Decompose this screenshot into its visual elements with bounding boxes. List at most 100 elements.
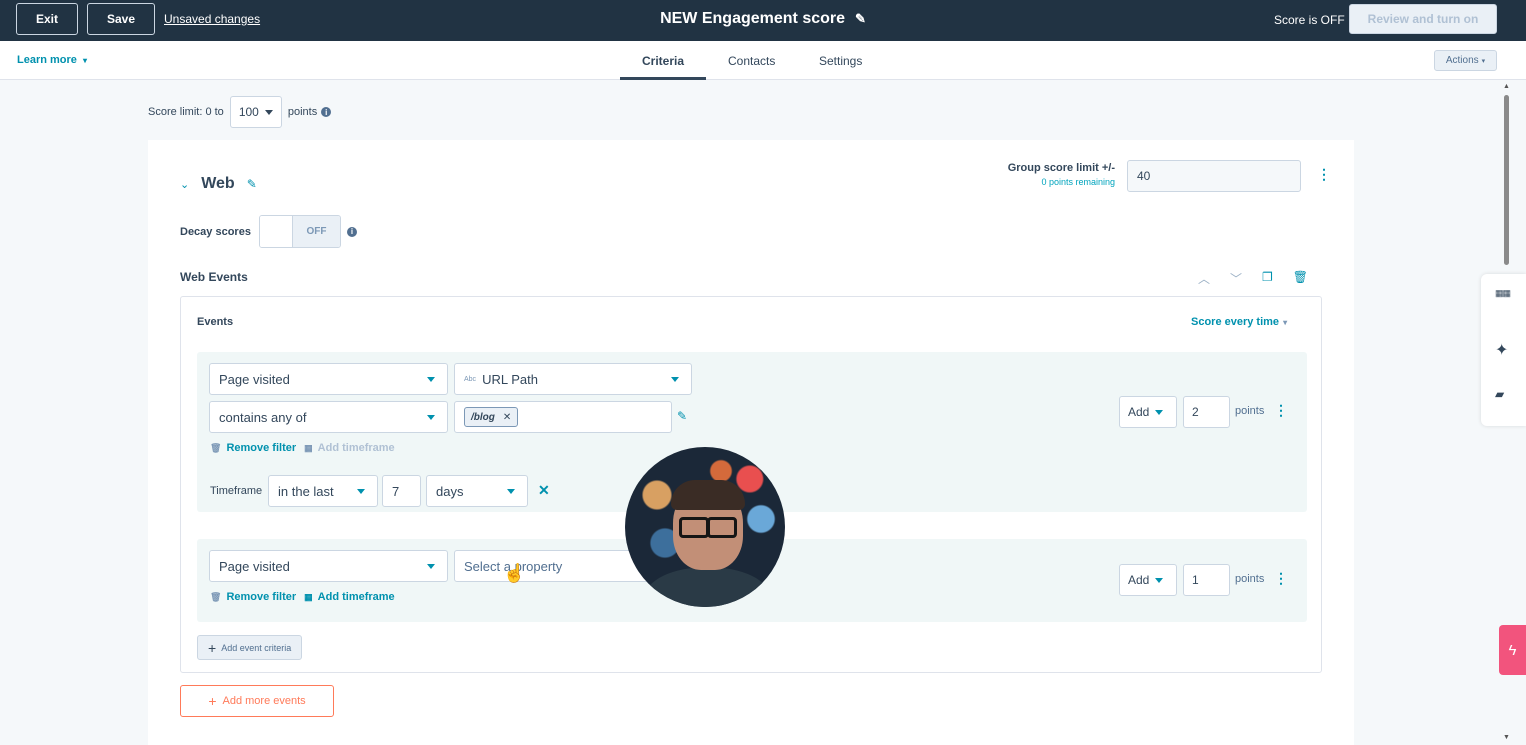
- text-type-icon: Abc: [464, 375, 477, 383]
- sparkle-icon[interactable]: ✦: [1495, 340, 1508, 360]
- actions-label: Actions: [1445, 55, 1479, 66]
- add-more-events-label: Add more events: [222, 695, 306, 707]
- bolt-icon[interactable]: ϟ: [1499, 625, 1526, 675]
- timeframe-value-input[interactable]: 7: [382, 475, 421, 507]
- keyboard-icon[interactable]: ▦▦: [1495, 288, 1511, 299]
- scroll-up-arrow-icon[interactable]: ▲: [1503, 83, 1510, 90]
- decay-scores-toggle[interactable]: OFF: [258, 215, 341, 248]
- event-type-select[interactable]: Page visited: [209, 550, 448, 582]
- tab-criteria[interactable]: Criteria: [642, 54, 684, 68]
- points-input[interactable]: 1: [1183, 564, 1230, 596]
- group-score-limit-label: Group score limit +/- 0 points remaining: [998, 162, 1115, 187]
- caret-down-icon: [427, 415, 435, 420]
- info-icon[interactable]: i: [321, 107, 332, 117]
- filter-more-options-icon[interactable]: ⋮: [1274, 402, 1288, 419]
- add-timeframe-link[interactable]: Add timeframe: [318, 591, 395, 603]
- points-action-value: Add: [1128, 405, 1150, 419]
- points-action-select[interactable]: Add: [1119, 396, 1177, 428]
- event-type-select[interactable]: Page visited: [209, 363, 448, 395]
- remove-timeframe-icon[interactable]: ✕: [538, 482, 550, 499]
- timeframe-label: Timeframe: [210, 485, 263, 497]
- tab-contacts[interactable]: Contacts: [728, 54, 775, 68]
- trash-icon: 🗑: [210, 442, 222, 453]
- learn-more-dropdown[interactable]: Learn more ▾: [17, 54, 87, 66]
- score-status: Score is OFF: [1274, 13, 1345, 27]
- edit-name-pencil-icon[interactable]: ✎: [855, 11, 866, 27]
- move-up-icon[interactable]: ︿: [1198, 270, 1210, 287]
- points-action-value: Add: [1128, 573, 1150, 587]
- plus-icon: +: [208, 693, 217, 709]
- value-chip: /blog ✕: [464, 407, 519, 427]
- chat-icon[interactable]: ▰: [1495, 387, 1504, 401]
- timeframe-operator-value: in the last: [278, 483, 334, 499]
- points-value: 1: [1192, 573, 1199, 587]
- remove-chip-icon[interactable]: ✕: [503, 412, 511, 423]
- score-name: NEW Engagement score: [660, 10, 846, 27]
- score-frequency-label: Score every time: [1191, 316, 1280, 328]
- add-event-criteria-button[interactable]: + Add event criteria: [197, 635, 303, 660]
- caret-down-icon: ▾: [82, 56, 87, 65]
- group-title: Web: [201, 175, 235, 192]
- timeframe-unit-value: days: [436, 483, 464, 499]
- edit-group-pencil-icon[interactable]: ✎: [247, 177, 257, 191]
- remove-filter-link[interactable]: Remove filter: [226, 442, 296, 454]
- score-limit-prefix: Score limit: 0 to: [148, 106, 224, 118]
- points-label: points: [1235, 573, 1265, 585]
- group-score-limit-input[interactable]: 40: [1127, 160, 1301, 192]
- operator-select[interactable]: contains any of: [209, 401, 448, 433]
- points-label: points: [1235, 405, 1265, 417]
- property-select[interactable]: Abc URL Path: [454, 363, 692, 395]
- points-remaining: 0 points remaining: [1041, 177, 1115, 187]
- timeframe-unit-select[interactable]: days: [426, 475, 528, 507]
- group-limit-value: 40: [1137, 169, 1151, 183]
- remove-filter-link[interactable]: Remove filter: [226, 591, 296, 603]
- group-limit-title: Group score limit +/-: [1007, 162, 1115, 174]
- score-frequency-dropdown[interactable]: Score every time ▾: [1191, 316, 1287, 328]
- copy-icon[interactable]: ❐: [1262, 270, 1273, 287]
- collapse-chevron-icon[interactable]: ⌄: [180, 178, 189, 191]
- score-limit-row: Score limit: 0 to 100 points i: [148, 96, 332, 128]
- points-action-select[interactable]: Add: [1119, 564, 1177, 596]
- group-more-options-icon[interactable]: ⋮: [1317, 166, 1331, 183]
- caret-down-icon: [671, 377, 679, 382]
- sub-navigation: Learn more ▾ Criteria Contacts Settings …: [0, 41, 1526, 80]
- decay-scores-row: Decay scores OFF i: [180, 215, 357, 248]
- caret-down-icon: [264, 109, 273, 115]
- scroll-down-arrow-icon[interactable]: ▼: [1503, 734, 1510, 741]
- calendar-icon: ▦: [304, 442, 313, 453]
- caret-down-icon: ▾: [1283, 317, 1288, 327]
- info-icon[interactable]: i: [346, 226, 357, 237]
- review-and-turn-on-button[interactable]: Review and turn on: [1349, 4, 1497, 34]
- caret-down-icon: [1155, 577, 1164, 583]
- caret-down-icon: ▾: [1481, 57, 1486, 65]
- add-timeframe-link[interactable]: Add timeframe: [318, 442, 395, 454]
- side-tools-panel: ▦▦ ✦ ▰: [1481, 274, 1526, 426]
- person-body: [645, 567, 770, 607]
- add-event-criteria-label: Add event criteria: [221, 642, 292, 653]
- decay-scores-label: Decay scores: [180, 225, 251, 238]
- filter-more-options-icon[interactable]: ⋮: [1274, 570, 1288, 587]
- filter-links: 🗑 Remove filter ▦ Add timeframe: [210, 442, 395, 454]
- plus-icon: +: [208, 639, 217, 656]
- learn-more-label: Learn more: [17, 54, 77, 66]
- operator-value: contains any of: [219, 409, 307, 425]
- scroll-thumb[interactable]: [1504, 95, 1509, 265]
- tab-settings[interactable]: Settings: [819, 54, 862, 68]
- event-type-value: Page visited: [219, 371, 290, 387]
- webcam-video-overlay: [625, 447, 785, 607]
- points-value: 2: [1192, 405, 1199, 419]
- caret-down-icon: [427, 377, 435, 382]
- edit-values-pencil-icon[interactable]: ✎: [677, 409, 687, 423]
- add-more-events-button[interactable]: + Add more events: [180, 685, 334, 717]
- values-input[interactable]: /blog ✕: [454, 401, 672, 433]
- chip-label: /blog: [471, 411, 495, 423]
- event-type-value: Page visited: [219, 558, 290, 574]
- points-input[interactable]: 2: [1183, 396, 1230, 428]
- group-header: ⌄ Web ✎: [180, 175, 257, 193]
- caret-down-icon: [1155, 409, 1164, 415]
- score-limit-select[interactable]: 100: [229, 96, 282, 128]
- move-down-icon[interactable]: ﹀: [1230, 270, 1242, 287]
- actions-dropdown[interactable]: Actions ▾: [1434, 50, 1497, 71]
- timeframe-operator-select[interactable]: in the last: [268, 475, 378, 507]
- delete-icon[interactable]: 🗑: [1293, 270, 1308, 287]
